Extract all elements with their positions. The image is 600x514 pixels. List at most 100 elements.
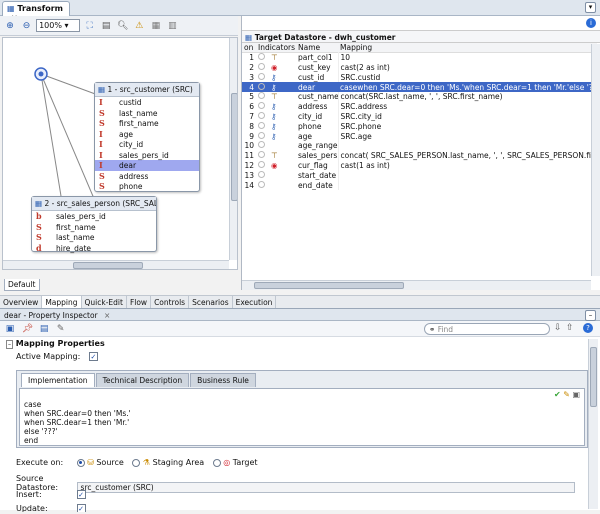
mapping-expression[interactable] <box>337 170 597 181</box>
mapping-expression[interactable]: 10 <box>337 52 597 63</box>
table-row[interactable]: 6 ⚷ address SRC.address <box>242 101 597 112</box>
zoom-select[interactable]: 100% ▾ <box>36 19 81 32</box>
zoom-in-icon[interactable]: ⊕ <box>4 20 16 32</box>
column-name[interactable]: cur_flag <box>296 161 338 171</box>
warning-icon[interactable]: ⚠ <box>133 20 145 32</box>
table-row[interactable]: 5 ⊤ cust_name concat(SRC.last_name, ', ', S… <box>242 91 597 102</box>
subtab-business-rule[interactable]: Business Rule <box>190 373 256 387</box>
table-icon[interactable]: ▥ <box>166 20 178 32</box>
table-row[interactable]: 2 ◉ cust_key cast(2 as int) <box>242 62 597 73</box>
tab-mapping[interactable]: Mapping <box>42 296 82 308</box>
mapping-expression[interactable]: cast(1 as int) <box>337 160 597 171</box>
mapping-expression[interactable] <box>337 180 597 190</box>
find-prev-icon[interactable]: ⇩ <box>554 323 562 333</box>
tab-controls[interactable]: Controls <box>151 296 190 308</box>
transform-tab[interactable]: ▦ Transform × <box>2 1 70 22</box>
chevron-down-icon[interactable]: ▾ <box>585 2 596 13</box>
table-row[interactable]: 14 end_date <box>242 180 597 190</box>
find-input[interactable]: ⚭ Find <box>424 323 550 335</box>
scrollbar-thumb[interactable] <box>254 282 404 289</box>
column-name[interactable]: start_date <box>296 170 338 180</box>
attribute-row[interactable]: b sales_pers_id <box>32 211 156 222</box>
attribute-row[interactable]: Icity_id <box>95 139 199 150</box>
column-header[interactable]: Name <box>296 43 338 53</box>
source-datastore-src-sales-person[interactable]: ▦ 2 - src_sales_person (SRC_SALES b sales… <box>31 196 157 254</box>
edit-icon[interactable]: ▤ <box>38 323 50 335</box>
column-name[interactable]: end_date <box>296 180 338 190</box>
scrollbar-thumb[interactable] <box>231 93 237 201</box>
minimize-icon[interactable]: – <box>585 310 596 321</box>
fit-icon[interactable]: ⛶ <box>84 20 96 32</box>
column-name[interactable]: phone <box>296 121 338 131</box>
attribute-row[interactable]: Slast_name <box>32 232 156 243</box>
tab-overview[interactable]: Overview <box>0 296 43 308</box>
close-icon[interactable]: × <box>104 311 110 320</box>
table-vertical-scrollbar[interactable] <box>591 44 600 276</box>
pencil-icon[interactable]: ✎ <box>563 390 570 399</box>
mapping-expression[interactable]: SRC.phone <box>337 121 597 132</box>
mapping-expression[interactable]: casewhen SRC.dear=0 then 'Ms.'when SRC.d… <box>338 82 597 92</box>
attribute-row[interactable]: d hire_date <box>32 243 156 254</box>
attribute-row[interactable]: Isales_pers_id <box>95 150 199 161</box>
column-name[interactable]: address <box>296 102 338 112</box>
canvas-vertical-scrollbar[interactable] <box>229 38 237 260</box>
attribute-row[interactable]: Slast_name <box>95 108 199 119</box>
tab-quick-edit[interactable]: Quick-Edit <box>82 296 127 308</box>
scrollbar-thumb[interactable] <box>590 347 597 407</box>
table-row[interactable]: 11 ⊤ sales_pers concat( SRC_SALES_PERSON.la… <box>242 150 597 161</box>
table-row[interactable]: 3 ⚷ cust_id SRC.custid <box>242 72 597 83</box>
collapse-icon[interactable]: – <box>6 340 13 349</box>
attribute-row[interactable]: Sphone <box>95 181 199 192</box>
attribute-row[interactable]: Saddress <box>95 171 199 182</box>
tab-default[interactable]: Default <box>4 279 40 291</box>
attribute-row[interactable]: Iage <box>95 129 199 140</box>
pin-icon[interactable]: 📌︎ <box>22 323 34 335</box>
subtab-implementation[interactable]: Implementation <box>21 373 95 387</box>
attribute-row[interactable]: Sfirst_name <box>95 118 199 129</box>
tab-scenarios[interactable]: Scenarios <box>189 296 233 308</box>
mapping-expression[interactable]: concat( SRC_SALES_PERSON.last_name, ', '… <box>337 150 597 161</box>
save-icon[interactable]: ▣ <box>572 390 580 399</box>
table-row[interactable]: 4 ⚷ dear casewhen SRC.dear=0 then 'Ms.'when… <box>242 82 597 92</box>
mapping-expression[interactable] <box>337 140 597 151</box>
subtab-technical-description[interactable]: Technical Description <box>95 373 190 387</box>
search-icon[interactable]: 🔍︎ <box>117 20 129 32</box>
tab-flow[interactable]: Flow <box>127 296 152 308</box>
column-name[interactable]: cust_name <box>296 92 338 102</box>
active-mapping-checkbox[interactable]: ✓ <box>88 352 98 361</box>
table-row[interactable]: 10 age_range <box>242 140 597 151</box>
mapping-expression[interactable]: SRC.city_id <box>337 111 597 122</box>
source-datastore-src-customer[interactable]: ▦ 1 - src_customer (SRC) Icustid Slast_na… <box>94 82 200 192</box>
column-name[interactable]: age_range <box>296 141 338 151</box>
scrollbar-thumb[interactable] <box>73 262 143 269</box>
tab-execution[interactable]: Execution <box>233 296 277 308</box>
expression-text[interactable]: case when SRC.dear=0 then 'Ms.' when SRC.d… <box>20 400 584 445</box>
column-header[interactable]: Mapping <box>338 43 597 53</box>
mapping-expression[interactable]: SRC.custid <box>337 72 597 83</box>
column-name[interactable]: city_id <box>296 112 338 122</box>
mapping-expression[interactable]: SRC.address <box>337 101 597 112</box>
column-name[interactable]: cust_key <box>296 63 338 73</box>
insert-checkbox[interactable]: ✓ <box>76 490 86 499</box>
radio-staging[interactable] <box>132 458 141 467</box>
table-horizontal-scrollbar[interactable] <box>242 280 591 290</box>
grid-icon[interactable]: ▦ <box>150 20 162 32</box>
zoom-out-icon[interactable]: ⊖ <box>21 20 33 32</box>
layout-icon[interactable]: ▤ <box>100 20 112 32</box>
attribute-row[interactable]: Idear <box>95 160 199 171</box>
table-row[interactable]: 12 ◉ cur_flag cast(1 as int) <box>242 160 597 171</box>
pencil-icon[interactable]: ✎ <box>55 323 67 335</box>
mapping-expression[interactable]: concat(SRC.last_name, ', ', SRC.first_na… <box>337 91 597 102</box>
table-row[interactable]: 8 ⚷ phone SRC.phone <box>242 121 597 132</box>
table-row[interactable]: 13 start_date <box>242 170 597 181</box>
inspector-vertical-scrollbar[interactable] <box>588 339 598 509</box>
check-icon[interactable]: ✔ <box>554 390 561 399</box>
column-name[interactable]: sales_pers <box>296 151 338 161</box>
column-name[interactable]: dear <box>296 82 338 92</box>
info-icon[interactable]: i <box>586 18 596 28</box>
refresh-icon[interactable]: ▣ <box>4 323 16 335</box>
attribute-row[interactable]: Icustid <box>95 97 199 108</box>
column-name[interactable]: cust_id <box>296 72 338 82</box>
table-row[interactable]: 1 ⊤ part_col1 10 <box>242 52 597 63</box>
help-icon[interactable]: ? <box>583 323 593 333</box>
